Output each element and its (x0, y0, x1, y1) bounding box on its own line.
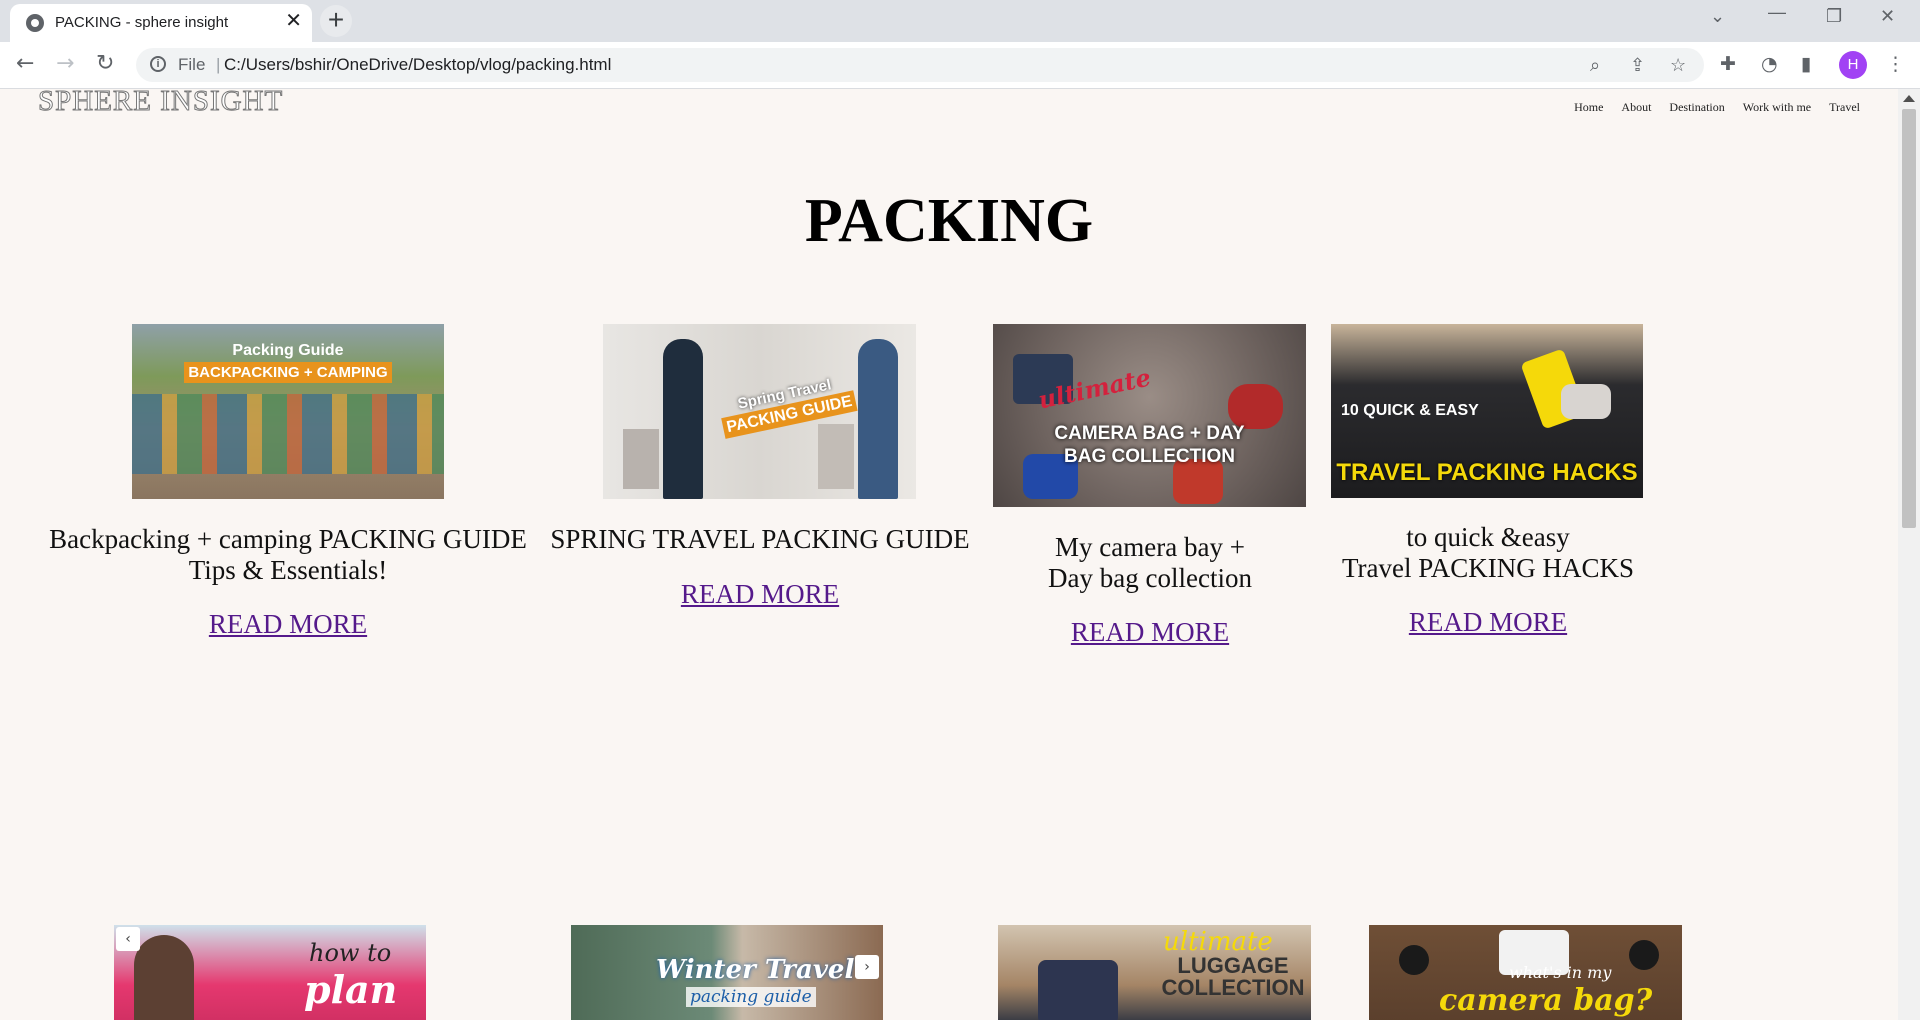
post-title: to quick &easy Travel PACKING HACKS (1341, 522, 1635, 583)
thumb-caption-line1: Winter Travel (656, 955, 855, 985)
nav-about[interactable]: About (1621, 100, 1651, 114)
post-thumbnail[interactable]: ultimate LUGGAGE COLLECTION (998, 925, 1311, 1020)
nav-home[interactable]: Home (1574, 100, 1603, 114)
url-text[interactable]: C:/Users/bshir/OneDrive/Desktop/vlog/pac… (224, 55, 611, 75)
post-thumbnail[interactable]: how to plan ‹ (114, 925, 426, 1020)
thumb-caption-line1: Packing Guide (232, 342, 344, 359)
browser-toolbar: ← → ↻ i File | C:/Users/bshir/OneDrive/D… (0, 42, 1920, 89)
person-silhouette (858, 339, 898, 499)
forward-icon[interactable]: → (56, 52, 74, 76)
site-logo[interactable]: SPHERE INSIGHT (37, 89, 283, 118)
back-icon[interactable]: ← (16, 52, 34, 76)
extensions-icon[interactable]: ✚ (1720, 53, 1736, 75)
post-title: Backpacking + camping PACKING GUIDE Tips… (49, 524, 527, 585)
thumb-caption-line2: BACKPACKING + CAMPING (184, 362, 392, 383)
post-card: Spring Travel PACKING GUIDE SPRING TRAVE… (545, 324, 975, 744)
url-scheme: File (178, 55, 206, 74)
share-icon[interactable]: ⇪ (1630, 55, 1645, 76)
gear-layout-image (132, 394, 444, 474)
side-panel-icon[interactable]: ▮ (1801, 53, 1811, 75)
thumb-caption-line2: TRAVEL PACKING HACKS (1336, 459, 1638, 486)
thumb-caption-line1: 10 QUICK & EASY (1341, 402, 1479, 419)
minimize-icon[interactable]: — (1768, 2, 1786, 23)
thumb-caption-line2: packing guide (686, 987, 816, 1007)
post-thumbnail[interactable]: Spring Travel PACKING GUIDE (603, 324, 916, 499)
post-thumbnail[interactable]: Winter Travel packing guide › (571, 925, 883, 1020)
browser-tab[interactable]: PACKING - sphere insight ✕ (10, 4, 312, 42)
url-separator: | (216, 55, 221, 74)
thumb-caption-line2: plan (304, 967, 398, 1012)
post-thumbnail[interactable]: Packing Guide BACKPACKING + CAMPING (132, 324, 444, 499)
post-card: Packing Guide BACKPACKING + CAMPING Back… (40, 324, 536, 744)
window-close-icon[interactable]: ✕ (1880, 6, 1895, 27)
read-more-link[interactable]: READ MORE (545, 579, 975, 610)
thumb-caption-banner: BACKPACKING + CAMPING (132, 362, 444, 383)
suitcase (818, 424, 854, 489)
tab-title: PACKING - sphere insight (55, 14, 229, 31)
post-thumbnail[interactable]: ultimate CAMERA BAG + DAY BAG COLLECTION (993, 324, 1306, 507)
thumb-caption-line2: CAMERA BAG + DAY BAG COLLECTION (1054, 423, 1245, 467)
thumb-caption-line1: what's in my (1509, 963, 1612, 982)
profile-avatar[interactable]: H (1839, 51, 1867, 79)
bookmark-star-icon[interactable]: ☆ (1670, 55, 1686, 76)
page-title: PACKING (804, 187, 1094, 255)
tab-close-icon[interactable]: ✕ (285, 10, 302, 32)
lens-shape (1629, 940, 1659, 970)
lens-shape (1399, 945, 1429, 975)
post-card: 10 QUICK & EASY TRAVEL PACKING HACKS to … (1331, 324, 1645, 744)
new-tab-button[interactable]: + (320, 5, 352, 37)
thumb-caption-line2: camera bag? (1439, 983, 1653, 1018)
reload-icon[interactable]: ↻ (96, 52, 114, 76)
site-nav: Home About Destination Work with me Trav… (1559, 100, 1860, 115)
slider-prev-button[interactable]: ‹ (116, 927, 140, 951)
post-title: SPRING TRAVEL PACKING GUIDE (550, 524, 970, 554)
read-more-link[interactable]: READ MORE (40, 609, 536, 640)
site-info-icon[interactable]: i (150, 56, 166, 72)
thumb-caption-line1: how to (309, 939, 392, 967)
suitcase (623, 429, 659, 489)
person-silhouette (134, 935, 194, 1020)
tab-strip: PACKING - sphere insight ✕ + ⌄ — ❐ ✕ (0, 0, 1920, 42)
tab-search-icon[interactable]: ⌄ (1710, 6, 1725, 27)
post-card: ultimate CAMERA BAG + DAY BAG COLLECTION… (993, 324, 1307, 744)
nav-work-with-me[interactable]: Work with me (1743, 100, 1811, 114)
restore-icon[interactable]: ❐ (1826, 6, 1842, 27)
menu-kebab-icon[interactable]: ⋮ (1886, 53, 1905, 75)
suitcase (1038, 960, 1118, 1020)
post-title: My camera bay + Day bag collection (1048, 532, 1252, 593)
nav-destination[interactable]: Destination (1669, 100, 1724, 114)
zoom-icon[interactable]: ⌕ (1590, 55, 1600, 76)
globe-icon (26, 14, 44, 32)
performance-icon[interactable]: ◔ (1761, 53, 1778, 75)
slider-next-button[interactable]: › (855, 955, 879, 979)
read-more-link[interactable]: READ MORE (1331, 607, 1645, 638)
scroll-up-icon[interactable] (1903, 95, 1915, 102)
page-viewport: SPHERE INSIGHT Home About Destination Wo… (0, 89, 1898, 1020)
post-thumbnail[interactable]: what's in my camera bag? (1369, 925, 1682, 1020)
thumb-caption-line2: LUGGAGE COLLECTION (1161, 953, 1305, 1000)
read-more-link[interactable]: READ MORE (993, 617, 1307, 648)
page-scrollbar[interactable] (1898, 89, 1920, 1020)
scrollbar-thumb[interactable] (1902, 109, 1916, 528)
nav-travel[interactable]: Travel (1829, 100, 1860, 114)
post-thumbnail[interactable]: 10 QUICK & EASY TRAVEL PACKING HACKS (1331, 324, 1643, 498)
address-bar[interactable]: i File | C:/Users/bshir/OneDrive/Desktop… (136, 48, 1704, 82)
